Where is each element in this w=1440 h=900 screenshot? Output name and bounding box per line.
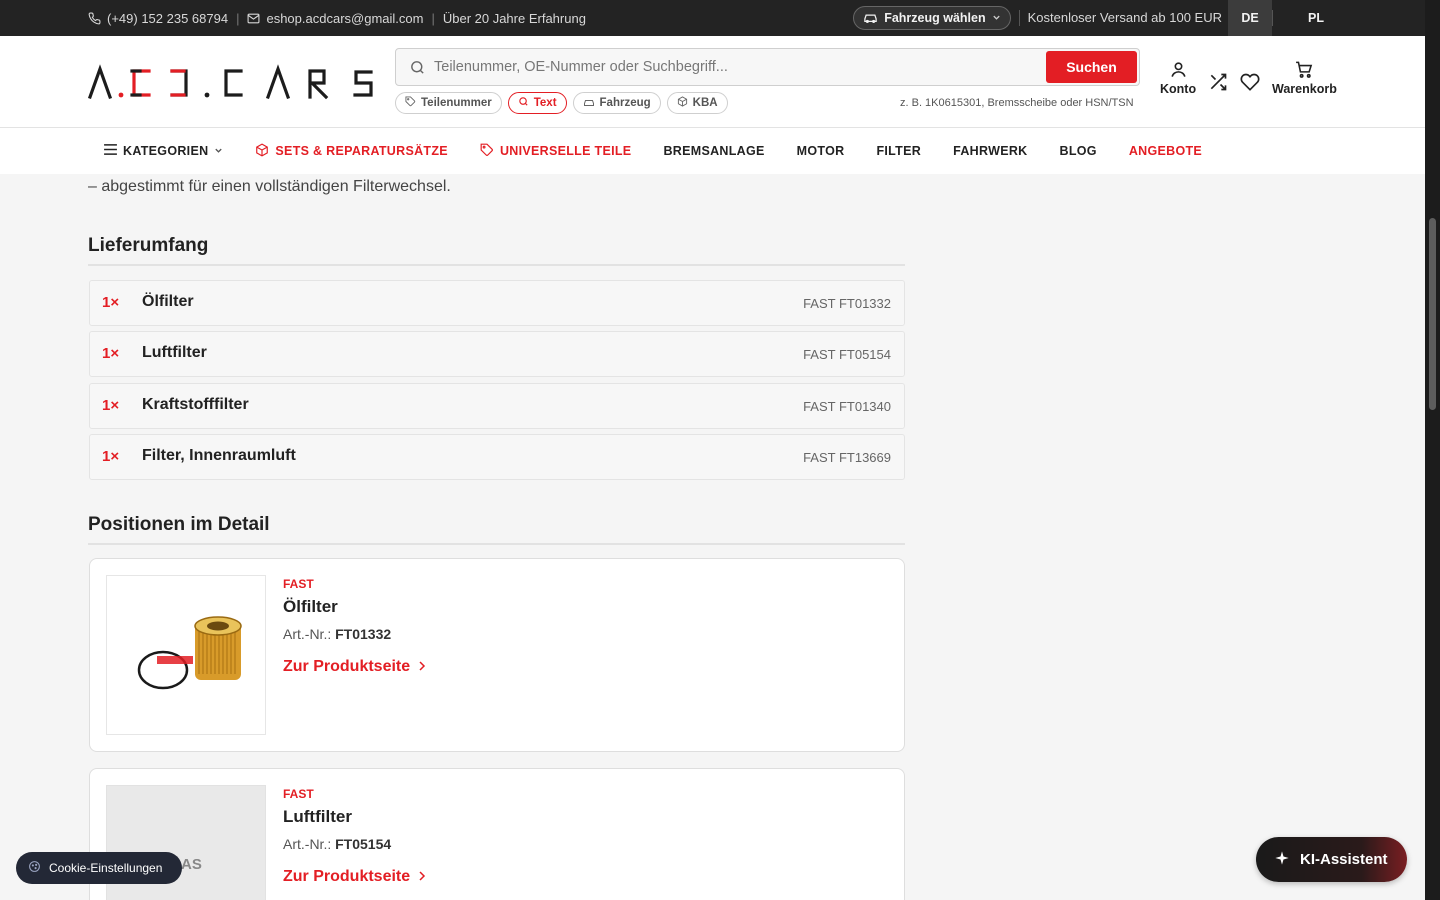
scope-name: Kraftstofffilter: [142, 396, 249, 413]
chip-fahrzeug[interactable]: Fahrzeug: [572, 92, 661, 114]
scope-code: FAST FT01332: [803, 296, 891, 311]
lang-pl[interactable]: PL: [1294, 0, 1338, 36]
product-brand: FAST: [283, 787, 314, 801]
scope-row: 1× Kraftstofffilter FAST FT01340: [89, 383, 905, 429]
intro-text: – abgestimmt für einen vollständigen Fil…: [88, 178, 451, 195]
search-mode-chips: Teilenummer Text Fahrzeug KBA: [395, 92, 728, 114]
mail-icon: [247, 12, 260, 25]
scope-row: 1× Ölfilter FAST FT01332: [89, 280, 905, 326]
top-bar: (+49) 152 235 68794 | eshop.acdcars@gmai…: [0, 0, 1425, 36]
product-page-link[interactable]: Zur Produktseite: [283, 658, 426, 676]
shipping-info: Kostenloser Versand ab 100 EUR: [1018, 10, 1228, 26]
chevron-right-icon: [418, 868, 426, 886]
vehicle-select-button[interactable]: Fahrzeug wählen: [853, 6, 1011, 30]
product-article: Art.-Nr.: FT05154: [283, 836, 392, 852]
scope-qty: 1×: [102, 397, 120, 414]
nav-motor[interactable]: MOTOR: [797, 144, 845, 158]
nav-bremsanlage[interactable]: BREMSANLAGE: [663, 144, 764, 158]
chevron-right-icon: [418, 658, 426, 676]
product-page-link[interactable]: Zur Produktseite: [283, 868, 426, 886]
product-card: FAST Ölfilter Art.-Nr.: FT01332 Zur Prod…: [89, 558, 905, 752]
chevron-down-icon: [992, 11, 1001, 25]
nav-fahrwerk[interactable]: FAHRWERK: [953, 144, 1027, 158]
product-brand: FAST: [283, 577, 314, 591]
menu-icon: [104, 144, 117, 158]
main-nav: KATEGORIEN SETS & REPARATURSÄTZE UNIVERS…: [0, 128, 1425, 174]
nav-universelle-teile[interactable]: UNIVERSELLE TEILE: [480, 143, 632, 160]
scope-qty: 1×: [102, 448, 120, 465]
cookie-settings-button[interactable]: Cookie-Einstellungen: [16, 852, 182, 884]
compare-button[interactable]: [1208, 72, 1228, 95]
product-name[interactable]: Luftfilter: [283, 807, 352, 827]
search-button[interactable]: Suchen: [1046, 51, 1137, 83]
phone-link[interactable]: (+49) 152 235 68794: [107, 11, 228, 26]
nav-angebote[interactable]: ANGEBOTE: [1129, 144, 1202, 158]
car-icon: [583, 97, 595, 110]
page-scrollbar[interactable]: [1425, 0, 1440, 900]
cart-button[interactable]: Warenkorb: [1272, 60, 1337, 96]
nav-sets[interactable]: SETS & REPARATURSÄTZE: [255, 142, 448, 160]
user-icon: [1169, 60, 1188, 82]
nav-kategorien[interactable]: KATEGORIEN: [104, 144, 223, 158]
scope-code: FAST FT01340: [803, 399, 891, 414]
scope-name: Luftfilter: [142, 344, 207, 361]
chip-teilenummer[interactable]: Teilenummer: [395, 92, 502, 114]
product-card: AS FAST Luftfilter Art.-Nr.: FT05154 Zur…: [89, 768, 905, 900]
email-link[interactable]: eshop.acdcars@gmail.com: [266, 11, 423, 26]
search-input[interactable]: [434, 49, 1034, 85]
cart-icon: [1294, 60, 1314, 82]
shuffle-icon: [1208, 72, 1228, 95]
scope-title: Lieferumfang: [88, 235, 905, 266]
nav-filter[interactable]: FILTER: [876, 144, 921, 158]
chip-kba[interactable]: KBA: [666, 92, 728, 114]
scope-code: FAST FT13669: [803, 450, 891, 465]
site-header: Suchen Teilenummer Text Fahrzeug KBA z. …: [0, 36, 1425, 128]
ai-assistant-button[interactable]: KI-Assistent: [1256, 837, 1407, 882]
search-icon: [518, 96, 529, 110]
scope-row: 1× Filter, Innenraumluft FAST FT13669: [89, 434, 905, 480]
product-image-text: AS: [181, 856, 202, 873]
search-bar: Suchen: [395, 48, 1140, 86]
tag-icon: [405, 96, 416, 110]
product-article: Art.-Nr.: FT01332: [283, 626, 392, 642]
scope-name: Ölfilter: [142, 293, 194, 310]
tag-icon: [480, 143, 494, 160]
chip-text[interactable]: Text: [507, 92, 567, 114]
wishlist-button[interactable]: [1240, 72, 1260, 95]
search-icon: [409, 59, 426, 81]
lang-de[interactable]: DE: [1228, 0, 1272, 36]
box-icon: [677, 96, 688, 110]
account-button[interactable]: Konto: [1160, 60, 1196, 96]
heart-icon: [1240, 72, 1260, 95]
sparkle-icon: [1274, 850, 1290, 870]
product-name[interactable]: Ölfilter: [283, 597, 338, 617]
vehicle-select-label: Fahrzeug wählen: [884, 11, 986, 25]
nav-blog[interactable]: BLOG: [1060, 144, 1097, 158]
box-icon: [255, 142, 269, 160]
experience-text: Über 20 Jahre Erfahrung: [442, 10, 586, 26]
scope-row: 1× Luftfilter FAST FT05154: [89, 331, 905, 377]
search-hint: z. B. 1K0615301, Bremsscheibe oder HSN/T…: [900, 97, 1134, 109]
scope-qty: 1×: [102, 294, 120, 311]
scope-code: FAST FT05154: [803, 347, 891, 362]
scope-qty: 1×: [102, 345, 120, 362]
scope-name: Filter, Innenraumluft: [142, 447, 296, 464]
phone-icon: [88, 12, 101, 25]
detail-title: Positionen im Detail: [88, 514, 905, 545]
scrollbar-thumb[interactable]: [1429, 218, 1436, 410]
product-image-oilfilter[interactable]: [106, 575, 266, 735]
site-logo[interactable]: [87, 64, 376, 105]
car-icon: [863, 11, 878, 26]
cookie-icon: [28, 860, 41, 876]
chevron-down-icon: [214, 144, 223, 158]
